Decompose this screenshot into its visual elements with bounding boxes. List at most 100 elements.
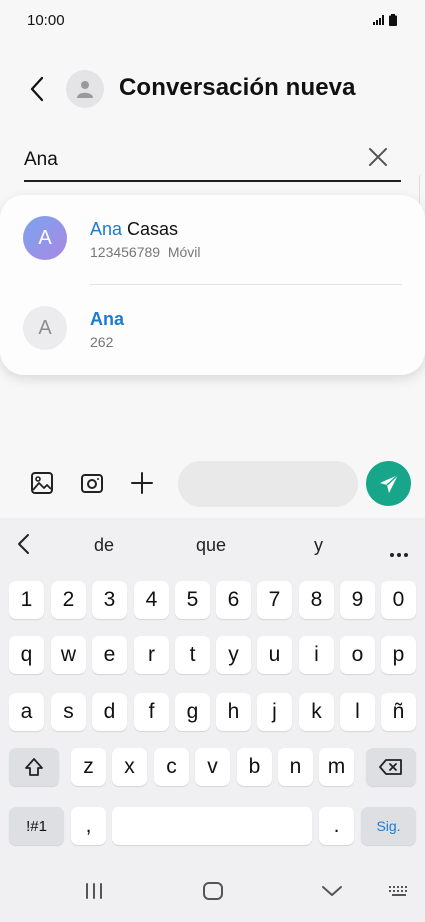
word-suggestion[interactable]: que (196, 535, 226, 556)
key[interactable]: 6 (216, 581, 251, 619)
contact-avatar-icon (77, 81, 93, 98)
contact-suggestions: A Ana Casas 123456789 Móvil A Ana 262 (0, 195, 425, 375)
key[interactable]: v (195, 748, 230, 786)
key[interactable]: 2 (51, 581, 86, 619)
keyboard-suggestion-bar: de que y (0, 518, 425, 570)
recipient-avatar[interactable] (66, 70, 104, 108)
camera-button[interactable] (79, 470, 107, 498)
key[interactable]: h (216, 693, 251, 731)
key[interactable]: s (51, 693, 86, 731)
image-icon (31, 472, 53, 494)
key[interactable]: 7 (257, 581, 292, 619)
collapse-suggestions-button[interactable] (14, 532, 34, 561)
key[interactable]: u (257, 636, 292, 674)
clear-search-button[interactable] (367, 146, 391, 170)
chevron-left-icon (18, 534, 29, 554)
contact-detail: 262 (90, 334, 113, 350)
word-suggestion[interactable]: de (94, 535, 114, 556)
recents-nav-button[interactable] (81, 880, 107, 902)
more-attachments-button[interactable] (129, 470, 157, 498)
contact-name: Ana Casas (90, 219, 178, 240)
shift-key[interactable] (9, 748, 59, 786)
key[interactable]: m (319, 748, 354, 786)
key[interactable]: 3 (92, 581, 127, 619)
app-header: Conversación nueva (0, 60, 425, 118)
key[interactable]: 5 (175, 581, 210, 619)
contact-number: 123456789 (90, 244, 161, 260)
recents-nav-icon (86, 883, 102, 899)
battery-icon (389, 14, 397, 26)
status-icons (373, 14, 397, 26)
plus-icon (131, 472, 153, 494)
key[interactable]: b (237, 748, 272, 786)
key[interactable]: d (92, 693, 127, 731)
contact-detail: 123456789 Móvil (90, 244, 201, 260)
key[interactable]: ñ (381, 693, 416, 731)
keyboard-nav-button[interactable] (386, 880, 412, 902)
space-key[interactable] (112, 807, 312, 845)
status-bar: 10:00 (0, 0, 425, 40)
recipient-search-row (24, 140, 401, 182)
key-row-1: q w e r t y u i o p (0, 636, 425, 676)
key[interactable]: k (299, 693, 334, 731)
word-suggestion[interactable]: y (314, 535, 323, 556)
message-input[interactable] (178, 461, 358, 507)
key[interactable]: j (257, 693, 292, 731)
back-button[interactable] (22, 74, 52, 104)
key[interactable]: z (71, 748, 106, 786)
key-row-2: a s d f g h j k l ñ (0, 693, 425, 733)
key[interactable]: q (9, 636, 44, 674)
key[interactable]: o (340, 636, 375, 674)
key[interactable]: f (134, 693, 169, 731)
key[interactable]: 0 (381, 581, 416, 619)
key[interactable]: 1 (9, 581, 44, 619)
key-row-numbers: 1 2 3 4 5 6 7 8 9 0 (0, 581, 425, 621)
contact-name-match: Ana (90, 219, 123, 239)
next-key[interactable]: Sig. (361, 807, 416, 845)
key[interactable]: w (51, 636, 86, 674)
key[interactable]: r (134, 636, 169, 674)
compose-bar (0, 460, 425, 510)
key[interactable]: e (92, 636, 127, 674)
contact-suggestion[interactable]: A Ana Casas 123456789 Móvil (0, 195, 425, 281)
key[interactable]: g (175, 693, 210, 731)
key[interactable]: y (216, 636, 251, 674)
contact-avatar: A (23, 306, 67, 350)
more-icon (390, 553, 408, 557)
shift-icon (25, 758, 43, 776)
attach-image-button[interactable] (29, 470, 57, 498)
home-nav-button[interactable] (200, 880, 226, 902)
key[interactable]: t (175, 636, 210, 674)
key[interactable]: i (299, 636, 334, 674)
contact-name-rest: Casas (122, 219, 179, 239)
contact-suggestion[interactable]: A Ana 262 (0, 285, 425, 371)
send-button[interactable] (366, 461, 411, 506)
symbols-key[interactable]: !#1 (9, 807, 64, 845)
key[interactable]: a (9, 693, 44, 731)
close-icon (369, 148, 387, 166)
comma-key[interactable]: , (71, 807, 106, 845)
key[interactable]: c (154, 748, 189, 786)
backspace-icon (379, 759, 402, 775)
key[interactable]: l (340, 693, 375, 731)
recipient-search-input[interactable] (24, 144, 354, 176)
key[interactable]: n (278, 748, 313, 786)
home-nav-icon (203, 882, 223, 900)
back-icon (30, 76, 44, 102)
keyboard-options-button[interactable] (389, 542, 409, 563)
key[interactable]: 9 (340, 581, 375, 619)
key-row-3: z x c v b n m (0, 748, 425, 788)
back-nav-button[interactable] (319, 880, 345, 902)
period-key[interactable]: . (319, 807, 354, 845)
keyboard-nav-icon (389, 886, 407, 896)
key[interactable]: p (381, 636, 416, 674)
key[interactable]: x (112, 748, 147, 786)
key-row-bottom: !#1 , . Sig. (0, 807, 425, 847)
key[interactable]: 8 (299, 581, 334, 619)
contact-number: 262 (90, 334, 114, 350)
key[interactable]: 4 (134, 581, 169, 619)
backspace-key[interactable] (366, 748, 416, 786)
send-icon (379, 473, 398, 493)
contact-name: Ana (90, 309, 124, 330)
camera-icon (81, 474, 103, 493)
